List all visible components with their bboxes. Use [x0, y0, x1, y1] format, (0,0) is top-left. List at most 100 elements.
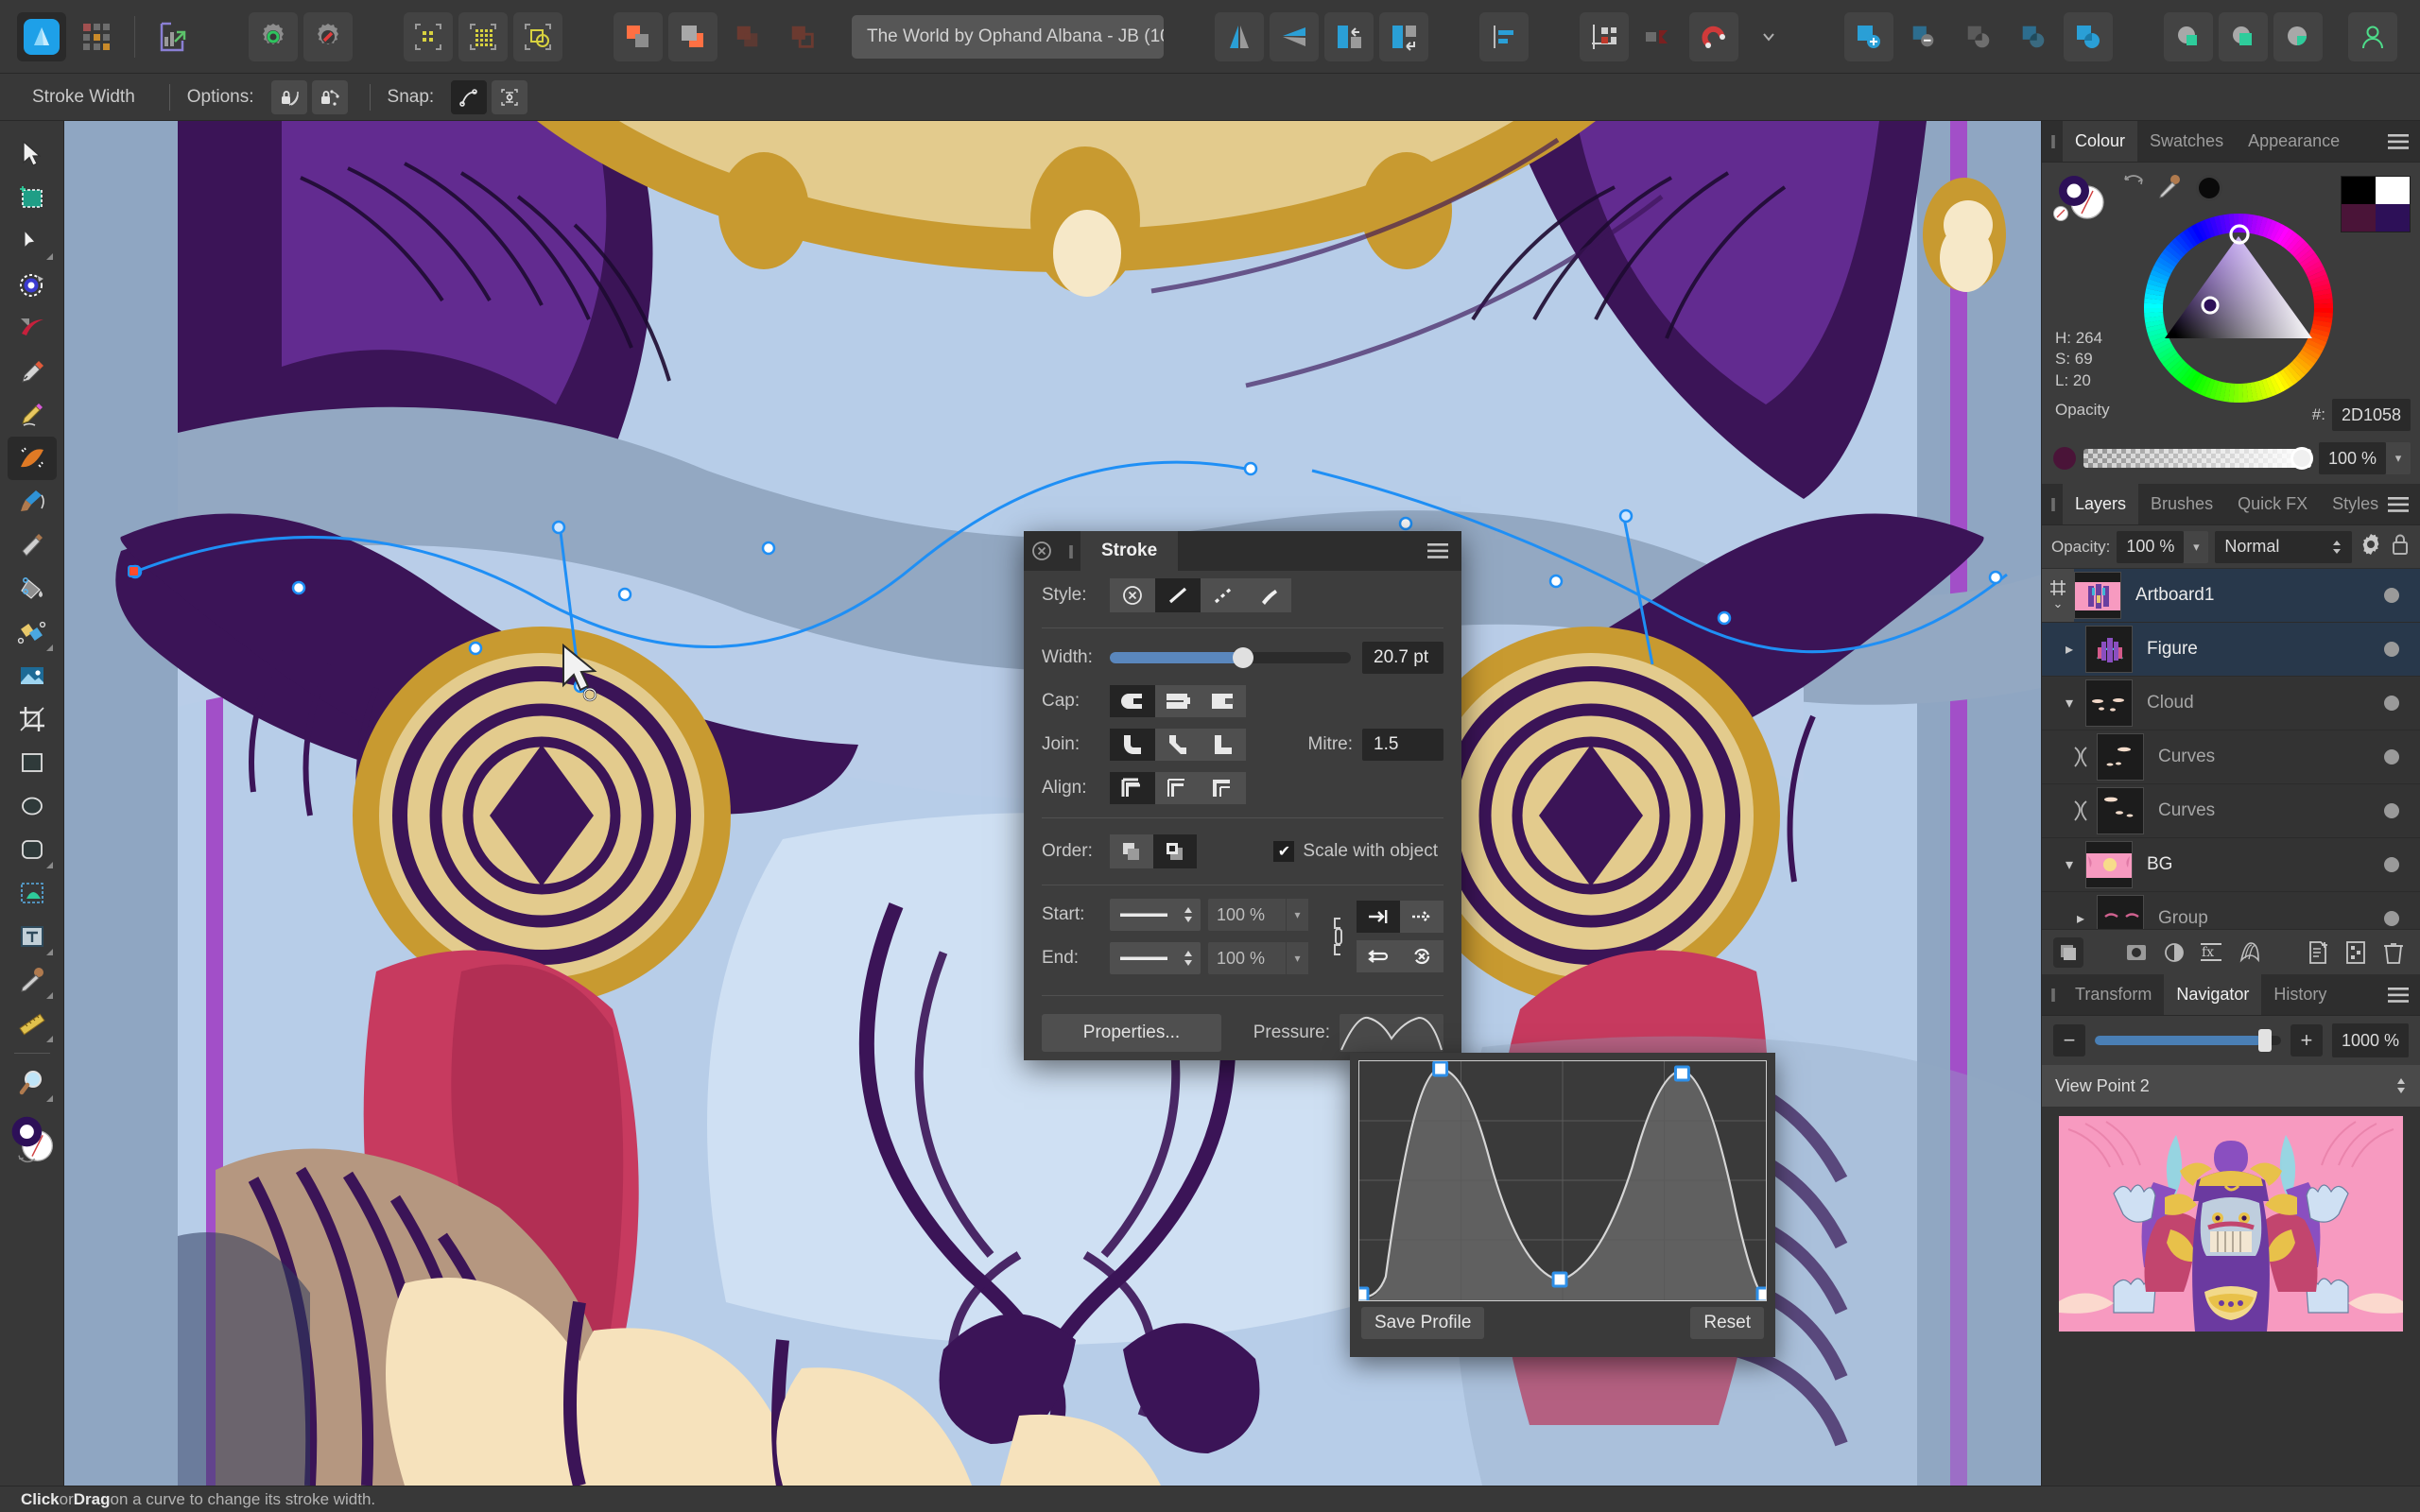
zoom-in-button[interactable]: + [2290, 1024, 2323, 1057]
stroke-width-tool[interactable] [8, 306, 57, 350]
add-mask-icon[interactable] [2341, 937, 2371, 968]
chevron-down-icon[interactable] [1744, 12, 1793, 61]
layers-panel-menu-icon[interactable] [2386, 484, 2411, 524]
tab-styles[interactable]: Styles [2320, 484, 2392, 524]
save-profile-button[interactable]: Save Profile [1361, 1307, 1485, 1339]
chevron-down-icon[interactable]: ▾ [2053, 855, 2085, 874]
snap-candidate-icon[interactable] [1634, 12, 1684, 61]
butt-cap-icon[interactable] [1201, 685, 1246, 717]
end-scale-dropdown-icon[interactable]: ▾ [1286, 942, 1308, 974]
corner-tool[interactable] [8, 263, 57, 306]
export-persona-icon[interactable] [148, 12, 198, 61]
swatch-purple[interactable] [2376, 204, 2410, 232]
layer-opacity-field[interactable]: 100 % [2117, 530, 2185, 563]
zoom-slider-knob[interactable] [2258, 1029, 2273, 1052]
flip-vertical-icon[interactable] [1270, 11, 1319, 61]
settings-gear-green-icon[interactable] [249, 11, 298, 61]
textured-stroke-icon[interactable] [1246, 578, 1291, 612]
layer-visibility-toggle[interactable] [2384, 749, 2399, 765]
tab-stroke[interactable]: Stroke [1080, 531, 1179, 571]
align-centre-icon[interactable] [1110, 772, 1155, 804]
artboard-badge-icon[interactable]: ⌄ [2042, 569, 2074, 622]
start-arrowhead-select[interactable] [1110, 899, 1201, 931]
align-left-icon[interactable] [1479, 11, 1529, 61]
pencil-tool[interactable] [8, 393, 57, 437]
recent-swatches[interactable] [2341, 176, 2411, 232]
navigator-panel-grip[interactable]: || [2042, 974, 2063, 1015]
snapping-grid-icon[interactable] [1580, 11, 1629, 61]
align-inside-icon[interactable] [1155, 772, 1201, 804]
rectangle-tool[interactable] [8, 741, 57, 784]
start-scale-dropdown-icon[interactable]: ▾ [1286, 899, 1308, 931]
tab-layers[interactable]: Layers [2063, 484, 2139, 524]
round-join-icon[interactable] [1110, 729, 1155, 761]
mask-icon[interactable] [2121, 937, 2152, 968]
square-cap-icon[interactable] [1155, 685, 1201, 717]
chain-link-icon[interactable] [1326, 915, 1351, 958]
layer-row-artboard1[interactable]: ⌄ Artboard1 [2042, 569, 2420, 623]
merge-node-icon[interactable] [2064, 11, 2113, 61]
snap-shapes-icon[interactable] [513, 11, 562, 61]
width-slider-knob[interactable] [1233, 647, 1254, 668]
rotate-right-icon[interactable] [1379, 11, 1428, 61]
rounded-rectangle-tool[interactable] [8, 828, 57, 871]
scale-with-object-checkbox[interactable]: ✔ [1273, 841, 1295, 862]
gradient-tool[interactable] [8, 610, 57, 654]
layers-panel-grip[interactable]: || [2042, 484, 2063, 524]
adjustment-icon[interactable] [2159, 937, 2189, 968]
lock-stroke-icon[interactable] [270, 79, 307, 114]
swatch-white[interactable] [2376, 177, 2410, 204]
layer-visibility-toggle[interactable] [2384, 911, 2399, 926]
zoom-slider[interactable] [2095, 1029, 2281, 1052]
navigator-preview[interactable] [2042, 1107, 2420, 1486]
round-cap-icon[interactable] [1110, 685, 1155, 717]
settings-gear-red-icon[interactable] [303, 11, 353, 61]
layer-row-bg[interactable]: ▾ BG [2042, 838, 2420, 892]
zoom-tool[interactable] [8, 1061, 57, 1105]
width-value-field[interactable]: 20.7 pt [1362, 642, 1443, 674]
add-node-icon[interactable] [1844, 11, 1893, 61]
bevel-join-icon[interactable] [1155, 729, 1201, 761]
boolean-add-icon[interactable] [614, 11, 663, 61]
measure-tool[interactable] [8, 1002, 57, 1045]
subtract-node-icon[interactable] [1899, 12, 1948, 61]
ellipse-tool[interactable] [8, 784, 57, 828]
boolean-xor-icon[interactable] [778, 12, 827, 61]
zoom-value-field[interactable]: 1000 % [2331, 1023, 2409, 1057]
tab-transform[interactable]: Transform [2063, 974, 2165, 1015]
dialog-grip[interactable]: || [1060, 543, 1080, 559]
hex-field[interactable]: 2D1058 [2331, 399, 2411, 431]
fill-stroke-swatch-icon[interactable] [2053, 172, 2110, 232]
align-outside-icon[interactable] [1201, 772, 1246, 804]
style-segmented-control[interactable] [1110, 578, 1291, 612]
lock-nodes-icon[interactable] [311, 79, 348, 114]
layer-visibility-toggle[interactable] [2384, 642, 2399, 657]
mitre-value-field[interactable]: 1.5 [1362, 729, 1443, 761]
layer-opacity-dropdown-icon[interactable]: ▾ [2184, 530, 2209, 563]
opacity-slider[interactable] [2083, 447, 2313, 470]
crop-tool[interactable] [8, 697, 57, 741]
layer-row-group-1[interactable]: ▸ Group [2042, 892, 2420, 929]
layer-list[interactable]: ⌄ Artboard1 ▸ Figure ▾ Cloud Curves Curv… [2042, 569, 2420, 929]
vector-brush-tool[interactable] [7, 437, 57, 480]
mitre-join-icon[interactable] [1201, 729, 1246, 761]
layer-row-curves-2[interactable]: Curves [2042, 784, 2420, 838]
fx-icon[interactable]: fx [2197, 937, 2227, 968]
layer-row-cloud[interactable]: ▾ Cloud [2042, 677, 2420, 730]
divide-node-icon[interactable] [1954, 12, 2003, 61]
opacity-value-field[interactable]: 100 % [2318, 442, 2386, 474]
tab-swatches[interactable]: Swatches [2137, 121, 2237, 162]
combine-node-icon[interactable] [2009, 12, 2058, 61]
properties-button[interactable]: Properties... [1042, 1014, 1221, 1052]
end-scale-field[interactable]: 100 % [1208, 942, 1286, 974]
vector-crop-tool[interactable] [8, 871, 57, 915]
stroke-below-fill-icon[interactable] [1153, 834, 1197, 868]
arrow-through-icon[interactable] [1400, 901, 1443, 933]
magnet-snap-icon[interactable] [1689, 11, 1738, 61]
tab-quick-fx[interactable]: Quick FX [2225, 484, 2321, 524]
fill-stroke-swatch[interactable] [8, 1105, 57, 1173]
swap-fill-stroke-icon[interactable] [2123, 174, 2144, 196]
place-image-tool[interactable] [8, 654, 57, 697]
show-grid-icon[interactable] [404, 11, 453, 61]
tab-brushes[interactable]: Brushes [2138, 484, 2226, 524]
